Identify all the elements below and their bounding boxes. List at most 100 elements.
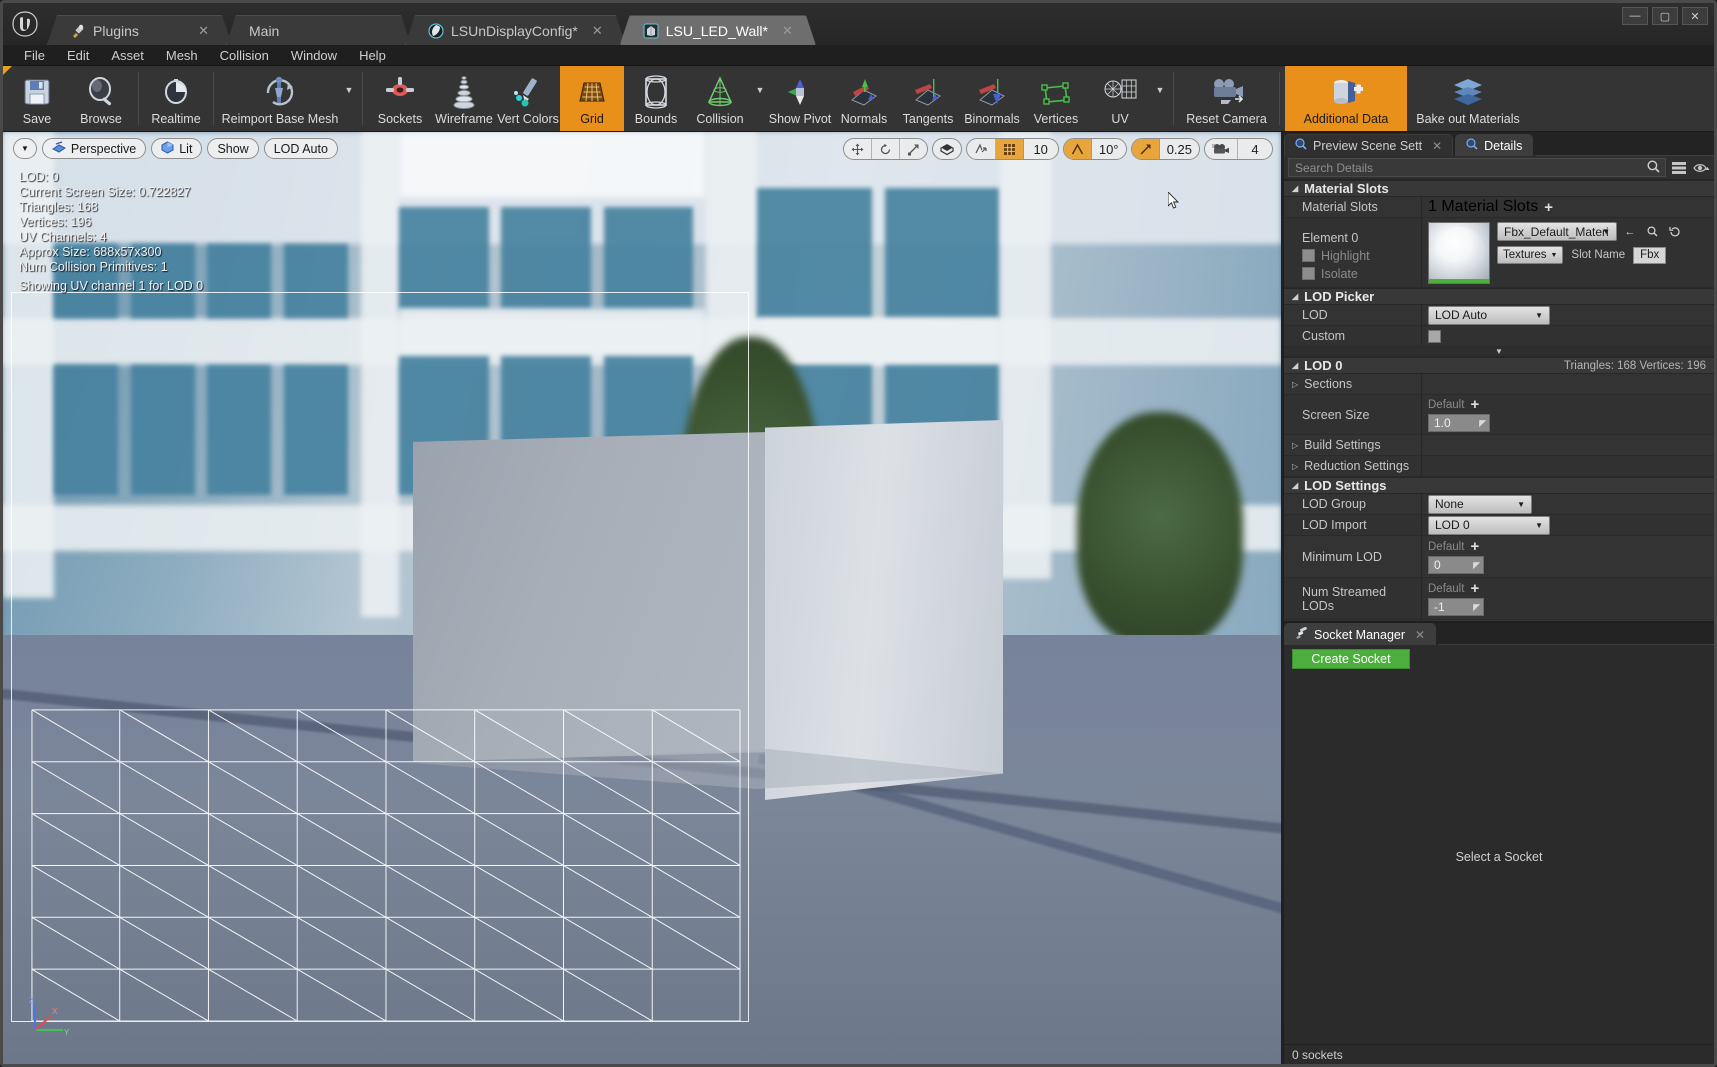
save-button[interactable]: Save xyxy=(5,66,69,131)
tab-close-icon[interactable]: ✕ xyxy=(1415,628,1425,642)
tangents-button[interactable]: Tangents xyxy=(896,66,960,131)
tab-lsundisplayconfig[interactable]: LSUnDisplayConfig* ✕ xyxy=(405,15,626,45)
viewport-options-button[interactable]: ▼ xyxy=(13,138,37,159)
drag-handle-icon[interactable]: ◤ xyxy=(1473,602,1480,613)
grid-snap-toggle[interactable] xyxy=(995,139,1024,159)
menu-help[interactable]: Help xyxy=(348,45,397,66)
slot-name-field[interactable]: Fbx xyxy=(1633,246,1667,264)
category-lod-settings[interactable]: ◢ LOD Settings xyxy=(1284,477,1714,494)
viewport-show-menu-button[interactable]: Show xyxy=(207,138,259,159)
viewport-view-mode-button[interactable]: Lit xyxy=(151,138,203,159)
bake-out-materials-button[interactable]: Bake out Materials xyxy=(1407,66,1529,131)
bounds-button[interactable]: Bounds xyxy=(624,66,688,131)
minimize-button[interactable]: — xyxy=(1622,7,1648,25)
vertices-button[interactable]: Vertices xyxy=(1024,66,1088,131)
browse-to-asset-icon[interactable] xyxy=(1643,223,1661,240)
reset-camera-button[interactable]: Reset Camera xyxy=(1179,66,1274,131)
menu-edit[interactable]: Edit xyxy=(56,45,100,66)
search-icon[interactable] xyxy=(1647,160,1660,176)
tab-preview-scene-settings[interactable]: Preview Scene Sett ✕ xyxy=(1284,134,1454,156)
chevron-down-icon[interactable]: ▼ xyxy=(341,66,357,131)
row-build-settings[interactable]: ▷ Build Settings xyxy=(1284,435,1714,456)
use-selected-asset-icon[interactable]: ← xyxy=(1621,223,1639,240)
scale-snap-icon[interactable] xyxy=(1131,139,1160,159)
tab-details[interactable]: Details xyxy=(1455,134,1534,156)
close-button[interactable]: ✕ xyxy=(1682,7,1708,25)
lod-expander[interactable]: ▼ xyxy=(1284,347,1714,357)
menu-mesh[interactable]: Mesh xyxy=(155,45,209,66)
browse-button[interactable]: Browse xyxy=(69,66,133,131)
lod-import-dropdown[interactable]: LOD 0 ▼ xyxy=(1428,515,1550,535)
num-streamed-lods-field[interactable]: -1 ◤ xyxy=(1428,598,1484,616)
isolate-checkbox[interactable] xyxy=(1302,267,1315,280)
material-thumbnail[interactable] xyxy=(1428,222,1490,284)
highlight-checkbox[interactable] xyxy=(1302,249,1315,262)
translate-icon[interactable] xyxy=(844,139,872,159)
reimport-base-mesh-button[interactable]: Reimport Base Mesh xyxy=(219,66,341,131)
tab-main[interactable]: Main xyxy=(226,15,411,45)
drag-handle-icon[interactable]: ◤ xyxy=(1479,418,1486,429)
collision-button[interactable]: Collision xyxy=(688,66,752,131)
category-material-slots[interactable]: ◢ Material Slots xyxy=(1284,180,1714,197)
camera-speed-icon[interactable] xyxy=(1205,139,1238,159)
reset-to-default-icon[interactable] xyxy=(1665,223,1683,240)
tab-close-icon[interactable]: ✕ xyxy=(184,24,209,37)
textures-dropdown[interactable]: Textures ▼ xyxy=(1497,246,1564,264)
lod-dropdown[interactable]: LOD Auto ▼ xyxy=(1428,305,1550,325)
grid-button[interactable]: Grid xyxy=(560,66,624,131)
rotation-snap-value[interactable]: 10° xyxy=(1092,139,1126,159)
scale-snap-value[interactable]: 0.25 xyxy=(1160,139,1199,159)
list-view-icon[interactable] xyxy=(1668,158,1690,178)
row-reduction-settings[interactable]: ▷ Reduction Settings xyxy=(1284,456,1714,477)
tab-socket-manager[interactable]: Socket Manager ✕ xyxy=(1284,623,1437,645)
viewport-lod-button[interactable]: LOD Auto xyxy=(263,138,338,159)
scale-icon[interactable] xyxy=(900,139,927,159)
menu-asset[interactable]: Asset xyxy=(100,45,155,66)
add-override-button[interactable]: + xyxy=(1470,539,1479,554)
add-override-button[interactable]: + xyxy=(1470,397,1479,412)
uv-button[interactable]: UV xyxy=(1088,66,1152,131)
tab-close-icon[interactable]: ✕ xyxy=(578,24,603,37)
category-lod-picker[interactable]: ◢ LOD Picker xyxy=(1284,288,1714,305)
chevron-down-icon[interactable]: ▼ xyxy=(1602,227,1610,236)
wireframe-button[interactable]: Wireframe xyxy=(432,66,496,131)
chevron-down-icon[interactable]: ▼ xyxy=(752,66,768,131)
tab-plugins[interactable]: Plugins ✕ xyxy=(47,15,232,45)
add-material-slot-button[interactable]: + xyxy=(1544,200,1553,215)
category-lod-0[interactable]: ◢ LOD 0 Triangles: 168 Vertices: 196 xyxy=(1284,357,1714,374)
button-label: Show Pivot xyxy=(768,112,832,126)
minimum-lod-field[interactable]: 0 ◤ xyxy=(1428,556,1484,574)
menu-window[interactable]: Window xyxy=(280,45,348,66)
row-sections[interactable]: ▷ Sections xyxy=(1284,374,1714,395)
additional-data-button[interactable]: Additional Data xyxy=(1285,66,1407,131)
add-override-button[interactable]: + xyxy=(1470,581,1479,596)
realtime-button[interactable]: Realtime xyxy=(144,66,208,131)
camera-speed-value[interactable]: 4 xyxy=(1238,139,1272,159)
lod-group-dropdown[interactable]: None ▼ xyxy=(1428,494,1532,514)
vert-colors-button[interactable]: Vert Colors xyxy=(496,66,560,131)
viewport-camera-mode-button[interactable]: Perspective xyxy=(41,138,147,159)
tab-lsu-led-wall[interactable]: LSU_LED_Wall* ✕ xyxy=(620,15,816,45)
binormals-button[interactable]: Binormals xyxy=(960,66,1024,131)
world-coords-icon[interactable] xyxy=(933,139,961,159)
search-input[interactable]: Search Details xyxy=(1288,158,1666,177)
grid-snap-value[interactable]: 10 xyxy=(1024,139,1058,159)
rotate-icon[interactable] xyxy=(872,139,900,159)
tab-close-icon[interactable]: ✕ xyxy=(768,24,793,37)
surface-snap-icon[interactable] xyxy=(967,139,996,159)
drag-handle-icon[interactable]: ◤ xyxy=(1473,560,1480,571)
chevron-down-icon[interactable]: ▼ xyxy=(1152,66,1168,131)
maximize-button[interactable]: ▢ xyxy=(1652,7,1678,25)
eye-icon[interactable] xyxy=(1690,158,1712,178)
custom-checkbox[interactable] xyxy=(1428,329,1441,343)
sockets-button[interactable]: Sockets xyxy=(368,66,432,131)
angle-snap-icon[interactable] xyxy=(1063,139,1092,159)
normals-button[interactable]: Normals xyxy=(832,66,896,131)
menu-collision[interactable]: Collision xyxy=(209,45,280,66)
create-socket-button[interactable]: Create Socket xyxy=(1292,649,1410,669)
show-pivot-button[interactable]: Show Pivot xyxy=(768,66,832,131)
menu-file[interactable]: File xyxy=(13,45,56,66)
screen-size-field[interactable]: 1.0 ◤ xyxy=(1428,414,1490,432)
tab-close-icon[interactable]: ✕ xyxy=(1432,139,1442,153)
mesh-viewport[interactable]: Z Y X ▼ Perspective Lit Show LOD Auto LO… xyxy=(3,132,1284,1064)
